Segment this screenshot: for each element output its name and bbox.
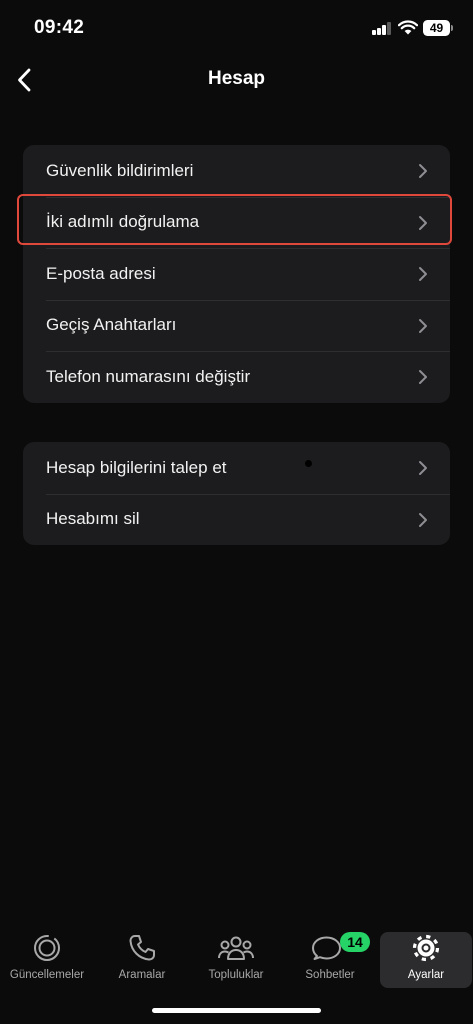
chevron-right-icon bbox=[419, 267, 427, 281]
tab-label: Sohbetler bbox=[305, 969, 355, 981]
updates-icon bbox=[34, 935, 60, 961]
nav-bar: Hesap bbox=[0, 56, 473, 104]
page-title: Hesap bbox=[207, 68, 266, 89]
chevron-right-icon bbox=[419, 512, 427, 527]
tab-label: Topluluklar bbox=[208, 969, 264, 981]
row-label: Hesabımı sil bbox=[46, 509, 140, 529]
chevron-right-icon bbox=[419, 215, 427, 230]
tab-bar: Güncellemeler Aramalar Topluluklar Sohbe… bbox=[0, 928, 473, 988]
tab-updates[interactable]: Güncellemeler bbox=[1, 932, 93, 988]
settings-icon bbox=[412, 934, 440, 962]
tab-communities[interactable]: Topluluklar bbox=[190, 932, 282, 988]
chevron-right-icon bbox=[419, 461, 427, 475]
touch-indicator bbox=[305, 460, 312, 467]
tab-label: Aramalar bbox=[118, 969, 166, 981]
chevron-right-icon bbox=[419, 164, 427, 178]
two-step-verification-row[interactable]: İki adımlı doğrulama bbox=[23, 196, 450, 249]
account-settings-group: Güvenlik bildirimleri İki adımlı doğrula… bbox=[23, 145, 450, 403]
chevron-right-icon bbox=[419, 318, 427, 333]
account-data-group: Hesap bilgilerini talep et Hesabımı sil bbox=[23, 442, 450, 545]
battery-level: 49 bbox=[423, 20, 450, 36]
row-label: Telefon numarasını değiştir bbox=[46, 366, 251, 386]
tab-calls[interactable]: Aramalar bbox=[96, 932, 188, 988]
status-time: 09:42 bbox=[34, 17, 85, 38]
row-label: Güvenlik bildirimleri bbox=[46, 160, 194, 180]
chevron-right-icon bbox=[419, 370, 427, 384]
request-account-info-row[interactable]: Hesap bilgilerini talep et bbox=[23, 442, 450, 494]
security-notifications-row[interactable]: Güvenlik bildirimleri bbox=[23, 145, 450, 197]
phone-icon bbox=[129, 935, 155, 961]
tab-label: Ayarlar bbox=[407, 969, 445, 981]
status-bar: 09:42 49 bbox=[0, 0, 473, 56]
home-indicator[interactable] bbox=[152, 1008, 321, 1013]
passkeys-row[interactable]: Geçiş Anahtarları bbox=[23, 299, 450, 352]
communities-icon bbox=[218, 936, 254, 960]
unread-badge: 14 bbox=[340, 932, 370, 952]
row-label: E-posta adresi bbox=[46, 263, 156, 283]
cellular-signal-icon bbox=[372, 22, 392, 35]
delete-account-row[interactable]: Hesabımı sil bbox=[23, 493, 450, 546]
tab-settings[interactable]: Ayarlar bbox=[380, 932, 472, 988]
row-label: İki adımlı doğrulama bbox=[46, 212, 200, 232]
row-label: Geçiş Anahtarları bbox=[46, 315, 177, 335]
tab-label: Güncellemeler bbox=[9, 969, 85, 981]
wifi-icon bbox=[398, 20, 418, 35]
battery-icon: 49 bbox=[423, 20, 453, 36]
row-label: Hesap bilgilerini talep et bbox=[46, 457, 227, 477]
email-address-row[interactable]: E-posta adresi bbox=[23, 248, 450, 300]
change-number-row[interactable]: Telefon numarasını değiştir bbox=[23, 351, 450, 403]
